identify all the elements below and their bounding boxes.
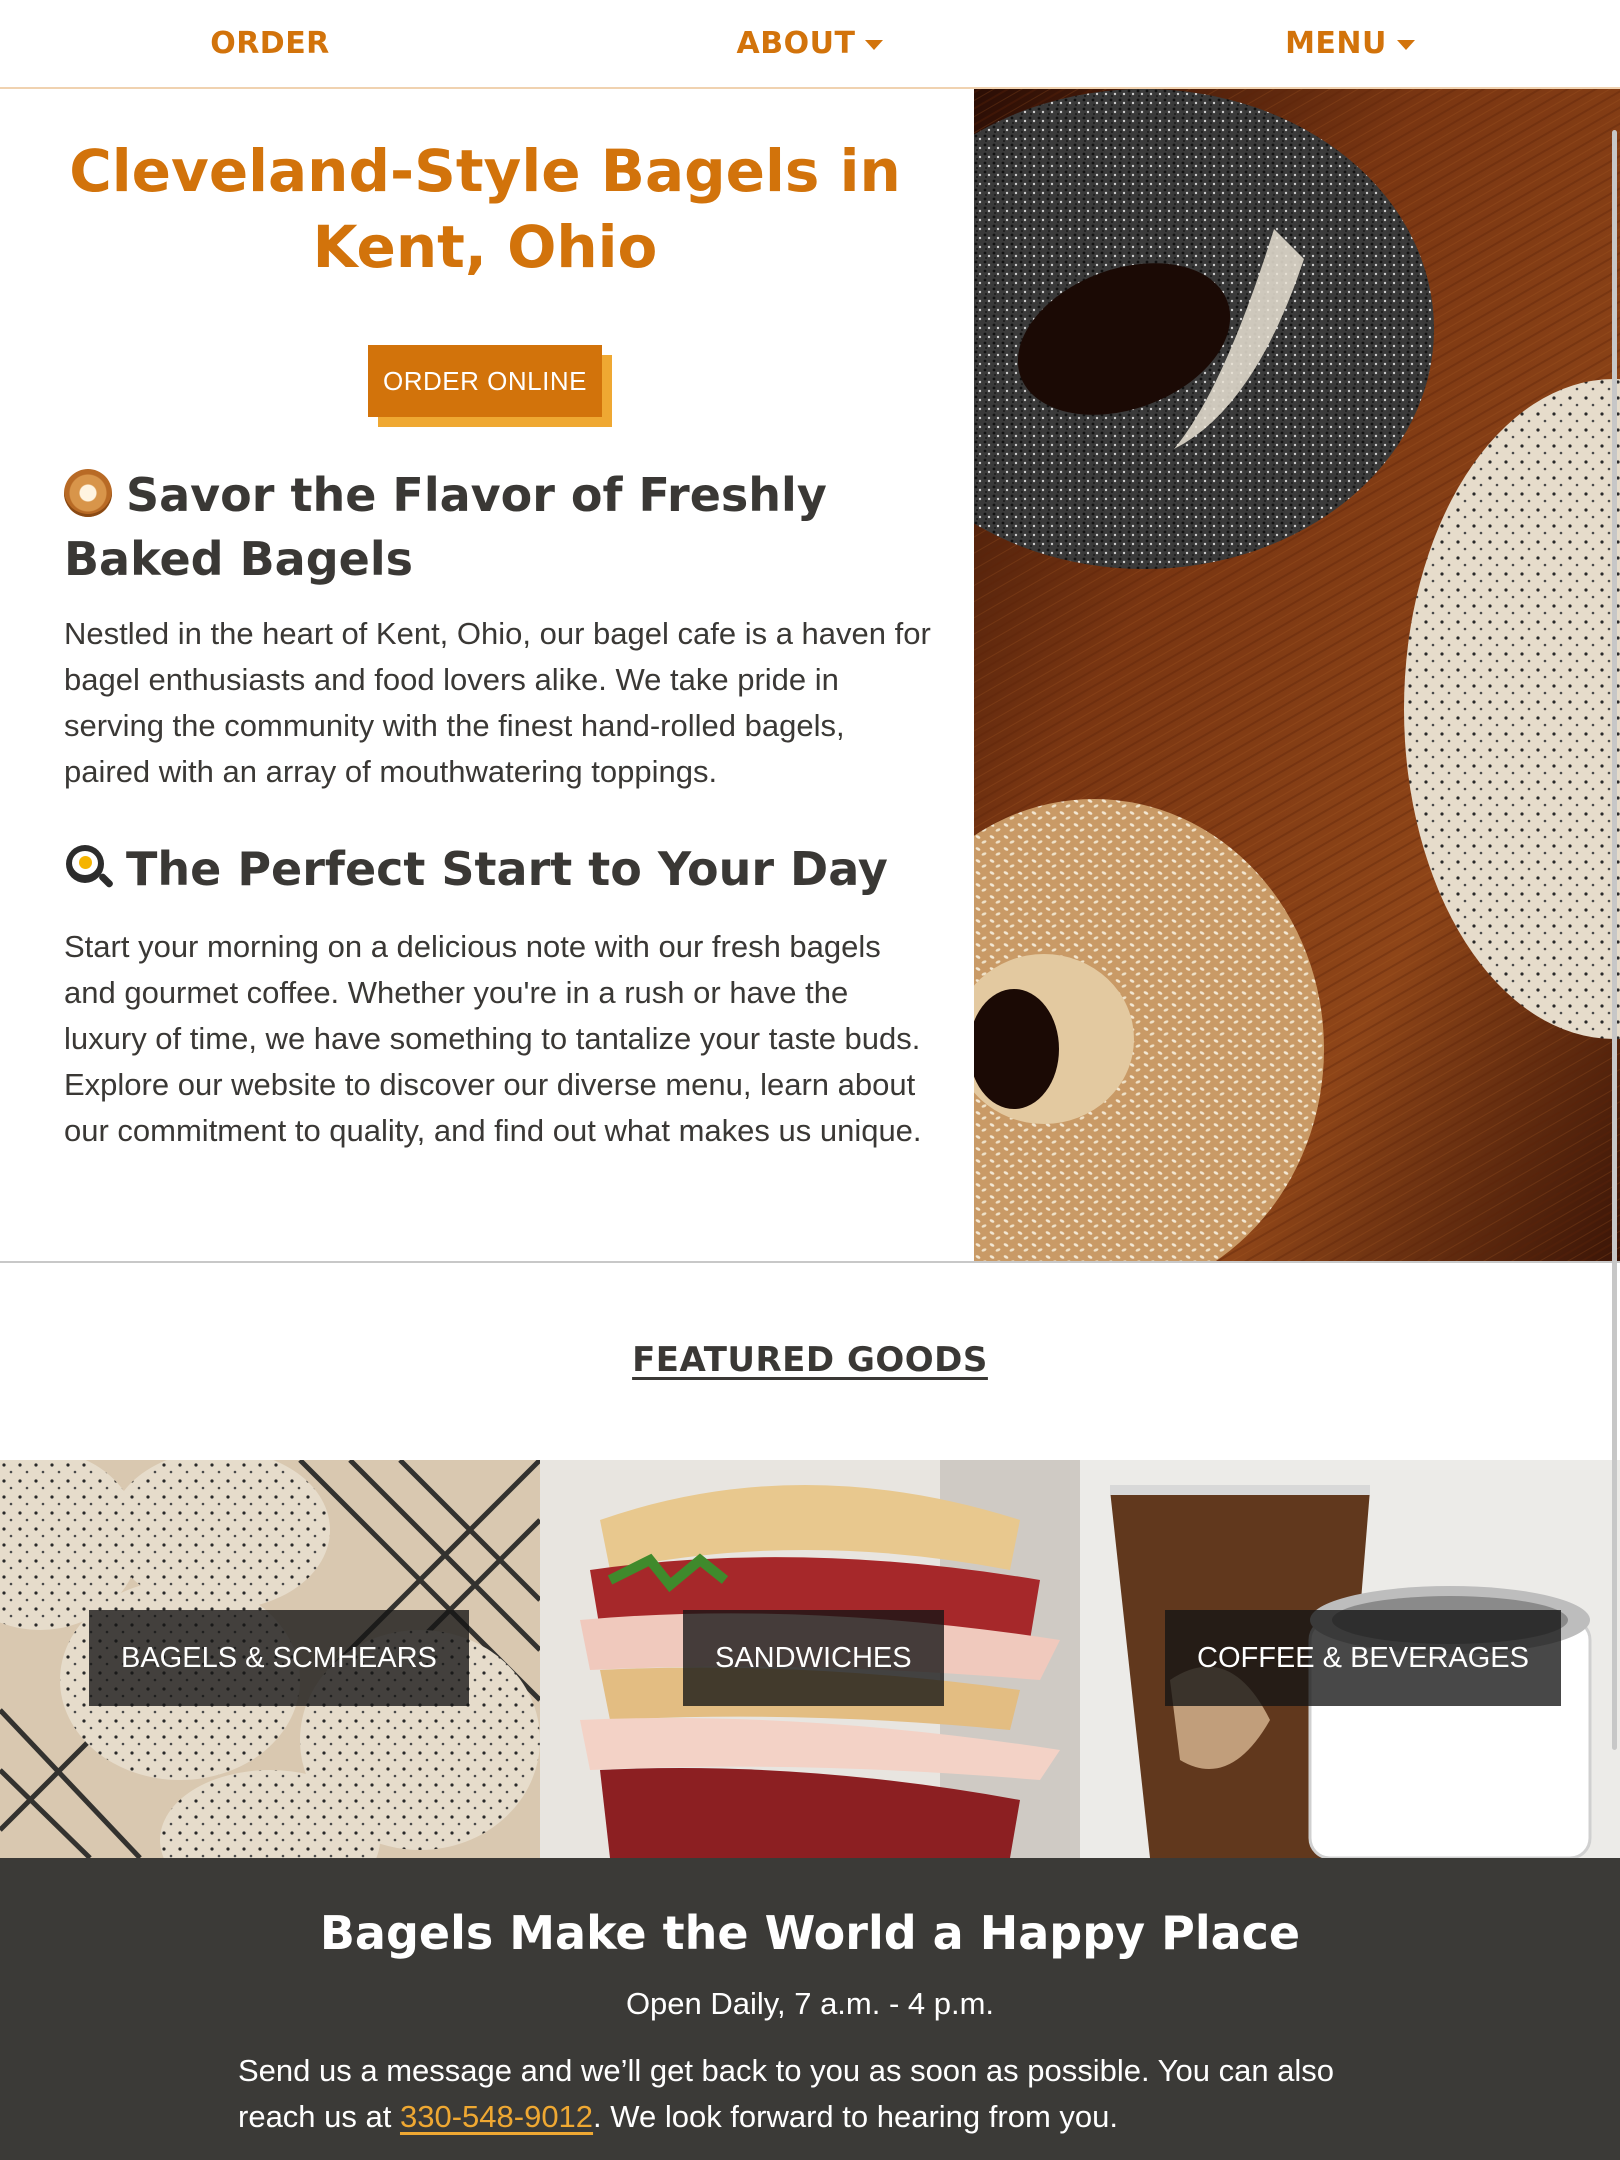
section-body-flavor: Nestled in the heart of Kent, Ohio, our … xyxy=(64,616,931,789)
featured-tiles: BAGELS & SCMHEARS SANDWICHES COFFEE & BE… xyxy=(0,1460,1620,1858)
hero-content: Cleveland-Style Bagels in Kent, Ohio ORD… xyxy=(0,89,974,1261)
nav-order-label: ORDER xyxy=(210,26,330,61)
tile-label-coffee: COFFEE & BEVERAGES xyxy=(1165,1610,1561,1706)
nav-menu-label: MENU xyxy=(1285,26,1387,61)
nav-about[interactable]: ABOUT xyxy=(540,0,1080,87)
section-heading-flavor: Savor the Flavor of Freshly Baked Bagels xyxy=(64,463,944,591)
section-body-start: Start your morning on a delicious note w… xyxy=(64,929,922,1148)
footer-message: Send us a message and we’ll get back to … xyxy=(238,2048,1388,2140)
order-online-button-wrap: ORDER ONLINE xyxy=(368,345,612,429)
section-heading-flavor-text: Savor the Flavor of Freshly Baked Bagels xyxy=(64,468,827,586)
chevron-down-icon xyxy=(1396,39,1415,50)
featured-goods-link[interactable]: FEATURED GOODS xyxy=(632,1340,988,1380)
hero-bagels-photo xyxy=(974,89,1620,1261)
nav-order[interactable]: ORDER xyxy=(0,0,540,87)
nav-menu[interactable]: MENU xyxy=(1080,0,1620,87)
footer-message-after: . We look forward to hearing from you. xyxy=(593,2099,1118,2134)
tile-bagels[interactable]: BAGELS & SCMHEARS xyxy=(0,1460,540,1858)
bagel-icon xyxy=(64,469,112,517)
chevron-down-icon xyxy=(865,39,884,50)
footer: Bagels Make the World a Happy Place Open… xyxy=(0,1858,1620,2160)
tile-label-sandwiches: SANDWICHES xyxy=(683,1610,944,1706)
order-online-button[interactable]: ORDER ONLINE xyxy=(368,345,602,417)
tile-label-bagels: BAGELS & SCMHEARS xyxy=(89,1610,469,1706)
tile-coffee[interactable]: COFFEE & BEVERAGES xyxy=(1080,1460,1620,1858)
page-scrollbar[interactable] xyxy=(1612,130,1617,1750)
frying-pan-icon xyxy=(64,843,115,891)
bagels-on-board-illustration xyxy=(974,89,1620,1261)
nav-about-label: ABOUT xyxy=(736,26,856,61)
top-nav: ORDER ABOUT MENU xyxy=(0,0,1620,89)
page-title: Cleveland-Style Bagels in Kent, Ohio xyxy=(69,137,901,281)
tile-sandwiches[interactable]: SANDWICHES xyxy=(540,1460,1080,1858)
section-heading-start-text: The Perfect Start to Your Day xyxy=(126,842,888,896)
section-heading-start: The Perfect Start to Your Day xyxy=(64,837,944,901)
section-divider xyxy=(0,1261,1620,1263)
footer-title: Bagels Make the World a Happy Place xyxy=(319,1906,1301,1960)
phone-link[interactable]: 330-548-9012 xyxy=(400,2099,593,2134)
footer-hours: Open Daily, 7 a.m. - 4 p.m. xyxy=(625,1986,995,2021)
featured-goods-heading: FEATURED GOODS xyxy=(0,1340,1620,1380)
